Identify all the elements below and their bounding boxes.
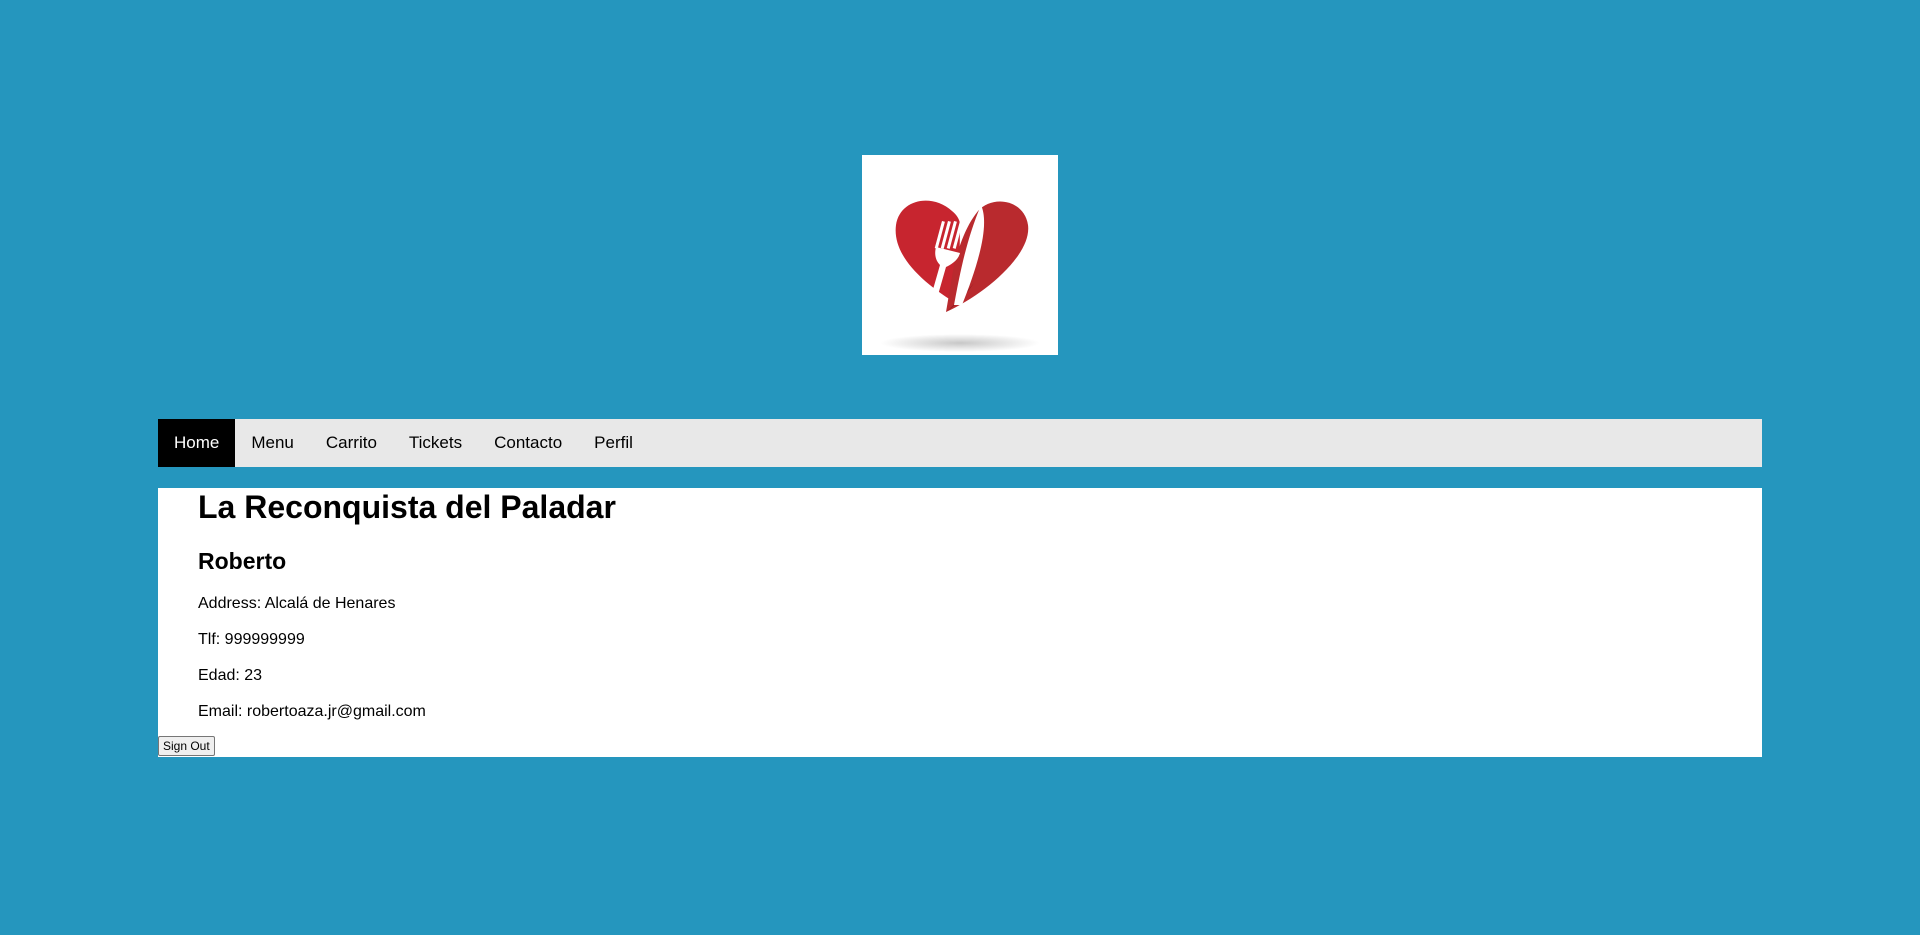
nav-item-perfil[interactable]: Perfil	[578, 419, 649, 467]
nav-item-home[interactable]: Home	[158, 419, 236, 467]
nav-item-tickets[interactable]: Tickets	[393, 419, 478, 467]
profile-panel: La Reconquista del Paladar Roberto Addre…	[158, 488, 1762, 757]
user-name: Roberto	[198, 548, 287, 574]
sign-out-button[interactable]: Sign Out	[158, 736, 215, 756]
nav-item-carrito[interactable]: Carrito	[310, 419, 393, 467]
page-title: La Reconquista del Paladar	[198, 489, 616, 525]
address-text: Address: Alcalá de Henares	[198, 595, 396, 612]
email-text: Email: robertoaza.jr@gmail.com	[198, 703, 426, 720]
restaurant-logo	[862, 155, 1058, 355]
nav-item-menu[interactable]: Menu	[235, 419, 310, 467]
phone-text: Tlf: 999999999	[198, 631, 305, 648]
nav-item-contacto[interactable]: Contacto	[478, 419, 578, 467]
main-navigation: Home Menu Carrito Tickets Contacto Perfi…	[158, 419, 1762, 467]
age-text: Edad: 23	[198, 667, 263, 684]
heart-fork-knife-icon	[880, 200, 1040, 352]
